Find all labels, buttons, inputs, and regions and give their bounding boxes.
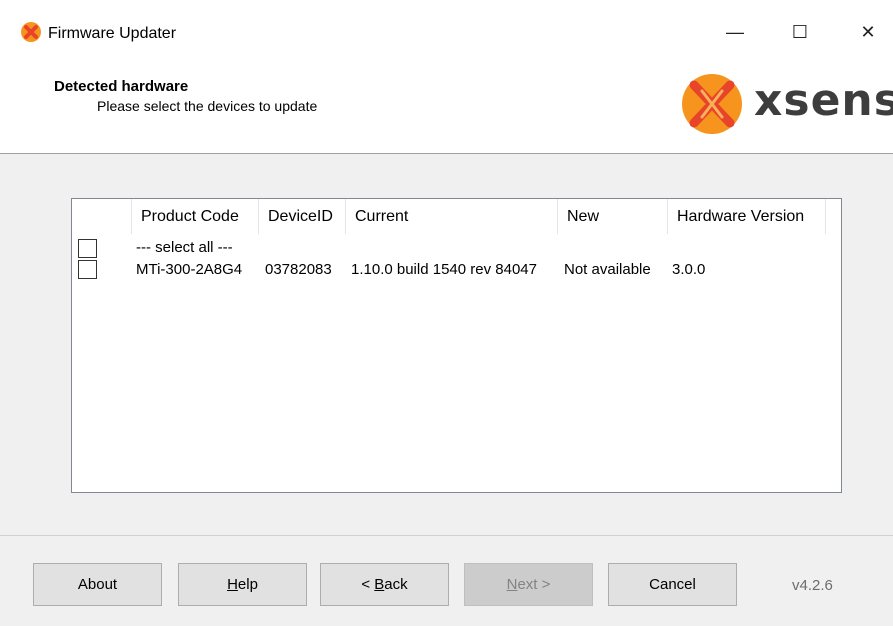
content-panel: Product Code DeviceID Current New Hardwa… [0,154,893,535]
page-subtitle: Please select the devices to update [97,98,318,114]
column-header-select[interactable] [72,199,132,234]
select-all-row[interactable]: --- select all --- [72,237,841,259]
page-title: Detected hardware [54,78,189,95]
cell-device-id: 03782083 [265,261,332,278]
help-mnemonic: H [227,576,238,593]
xsens-logo-mark [682,74,742,134]
cell-new: Not available [564,261,651,278]
version-label: v4.2.6 [792,577,833,594]
next-button-label: Next > [507,576,551,593]
back-button[interactable]: < Back [320,563,449,606]
xsens-app-icon [21,22,41,42]
device-row-checkbox[interactable] [78,260,97,279]
list-header: Product Code DeviceID Current New Hardwa… [72,199,841,235]
about-button[interactable]: About [33,563,162,606]
column-header-device-id[interactable]: DeviceID [259,199,346,234]
back-label-prefix: < [361,576,375,593]
back-button-label: < Back [361,576,407,593]
xsens-logo: xsens [680,70,893,136]
window-title: Firmware Updater [48,25,177,42]
select-all-label: --- select all --- [136,239,233,256]
close-icon: ✕ [860,21,876,42]
column-header-product-code[interactable]: Product Code [132,199,259,234]
cancel-button[interactable]: Cancel [608,563,737,606]
cell-current: 1.10.0 build 1540 rev 84047 [351,261,537,278]
maximize-icon: ☐ [791,21,809,42]
column-header-new[interactable]: New [558,199,668,234]
next-mnemonic: N [506,576,518,593]
wizard-header: Detected hardware Please select the devi… [0,68,893,154]
column-header-current[interactable]: Current [346,199,558,234]
device-list[interactable]: Product Code DeviceID Current New Hardwa… [71,198,842,493]
cancel-button-label: Cancel [649,576,696,593]
title-bar: Firmware Updater — ☐ ✕ [0,0,893,68]
column-header-hardware-version[interactable]: Hardware Version [668,199,826,234]
minimize-button[interactable]: — [712,10,758,54]
maximize-button[interactable]: ☐ [777,10,823,54]
logo-text: xsens [754,75,893,126]
close-button[interactable]: ✕ [845,10,891,54]
help-label-rest: elp [237,576,258,593]
select-all-checkbox[interactable] [78,239,97,258]
wizard-footer: About Help < Back Next > Cancel v4.2.6 [0,535,893,626]
device-row[interactable]: MTi-300-2A8G4 03782083 1.10.0 build 1540… [72,259,841,281]
next-button[interactable]: Next > [464,563,593,606]
help-button[interactable]: Help [178,563,307,606]
cell-product-code: MTi-300-2A8G4 [136,261,243,278]
cell-hardware-version: 3.0.0 [672,261,706,278]
about-button-label: About [77,576,118,593]
back-label-rest: ack [384,576,408,593]
minimize-icon: — [726,21,744,42]
help-button-label: Help [227,576,258,593]
back-mnemonic: B [374,576,385,593]
next-label-rest: ext > [517,576,551,593]
